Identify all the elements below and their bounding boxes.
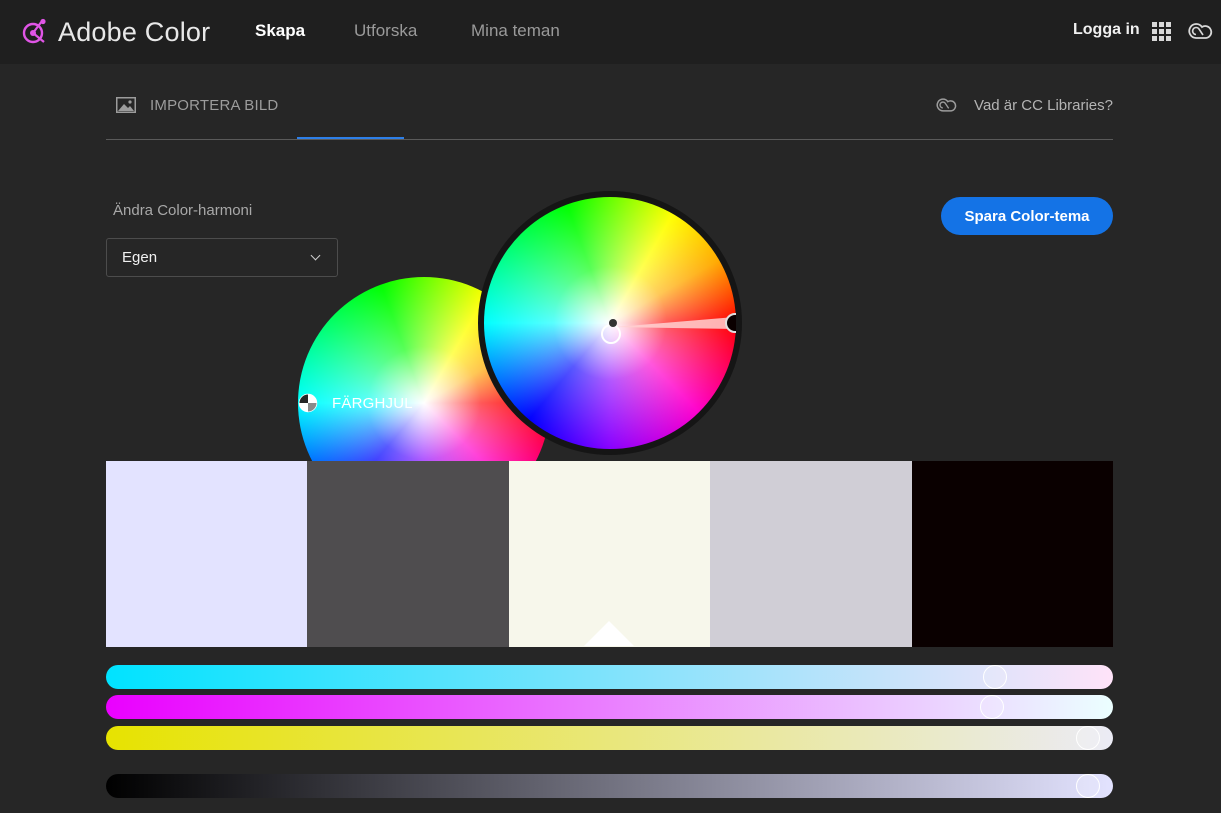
image-icon <box>116 97 136 113</box>
save-color-theme-button[interactable]: Spara Color-tema <box>941 197 1113 235</box>
yellow-slider-thumb[interactable] <box>1076 726 1100 750</box>
apps-grid-icon[interactable] <box>1152 22 1171 41</box>
harmony-label: Ändra Color-harmoni <box>113 202 253 219</box>
black-slider[interactable] <box>106 774 1113 798</box>
palette-swatches <box>106 461 1113 647</box>
tab-color-wheel-label: FÄRGHJUL <box>332 394 413 412</box>
color-swatch[interactable] <box>509 461 710 647</box>
nav-link-utforska[interactable]: Utforska <box>354 21 417 41</box>
color-wheel[interactable] <box>484 197 736 449</box>
color-swatch[interactable] <box>307 461 509 647</box>
color-swatch[interactable] <box>710 461 912 647</box>
magenta-slider-thumb[interactable] <box>980 695 1004 719</box>
app-name: Adobe Color <box>58 16 211 47</box>
color-wheel-icon <box>298 393 318 413</box>
yellow-slider[interactable] <box>106 726 1113 750</box>
selected-swatch-indicator <box>584 621 634 646</box>
tab-import-label: IMPORTERA BILD <box>150 96 279 114</box>
tab-import-image[interactable]: IMPORTERA BILD <box>116 93 278 117</box>
harmony-selected-value: Egen <box>122 249 158 266</box>
cc-libraries-link[interactable]: Vad är CC Libraries? <box>934 93 1113 117</box>
adobe-color-logo-icon <box>22 18 46 44</box>
chevron-down-icon <box>310 250 321 261</box>
color-swatch[interactable] <box>106 461 307 647</box>
mode-tabs: IMPORTERA BILD FÄRGHJUL Vad är CC Librar… <box>106 80 1113 529</box>
top-nav-bar: Adobe Color Skapa Utforska Mina teman Lo… <box>0 0 1221 64</box>
cc-libraries-label: Vad är CC Libraries? <box>974 96 1113 114</box>
magenta-slider[interactable] <box>106 695 1113 719</box>
active-tab-indicator <box>297 137 404 139</box>
creative-cloud-icon[interactable] <box>1187 19 1215 43</box>
cyan-slider[interactable] <box>106 665 1113 689</box>
login-link[interactable]: Logga in <box>1073 21 1140 39</box>
brand[interactable]: Adobe Color <box>20 15 210 49</box>
harmony-dropdown[interactable]: Egen <box>106 238 338 277</box>
nav-link-mina-teman[interactable]: Mina teman <box>471 21 560 41</box>
color-swatch[interactable] <box>912 461 1113 647</box>
creative-cloud-icon <box>936 98 957 112</box>
black-slider-thumb[interactable] <box>1076 774 1100 798</box>
cyan-slider-thumb[interactable] <box>983 665 1007 689</box>
nav-link-skapa[interactable]: Skapa <box>255 21 305 41</box>
